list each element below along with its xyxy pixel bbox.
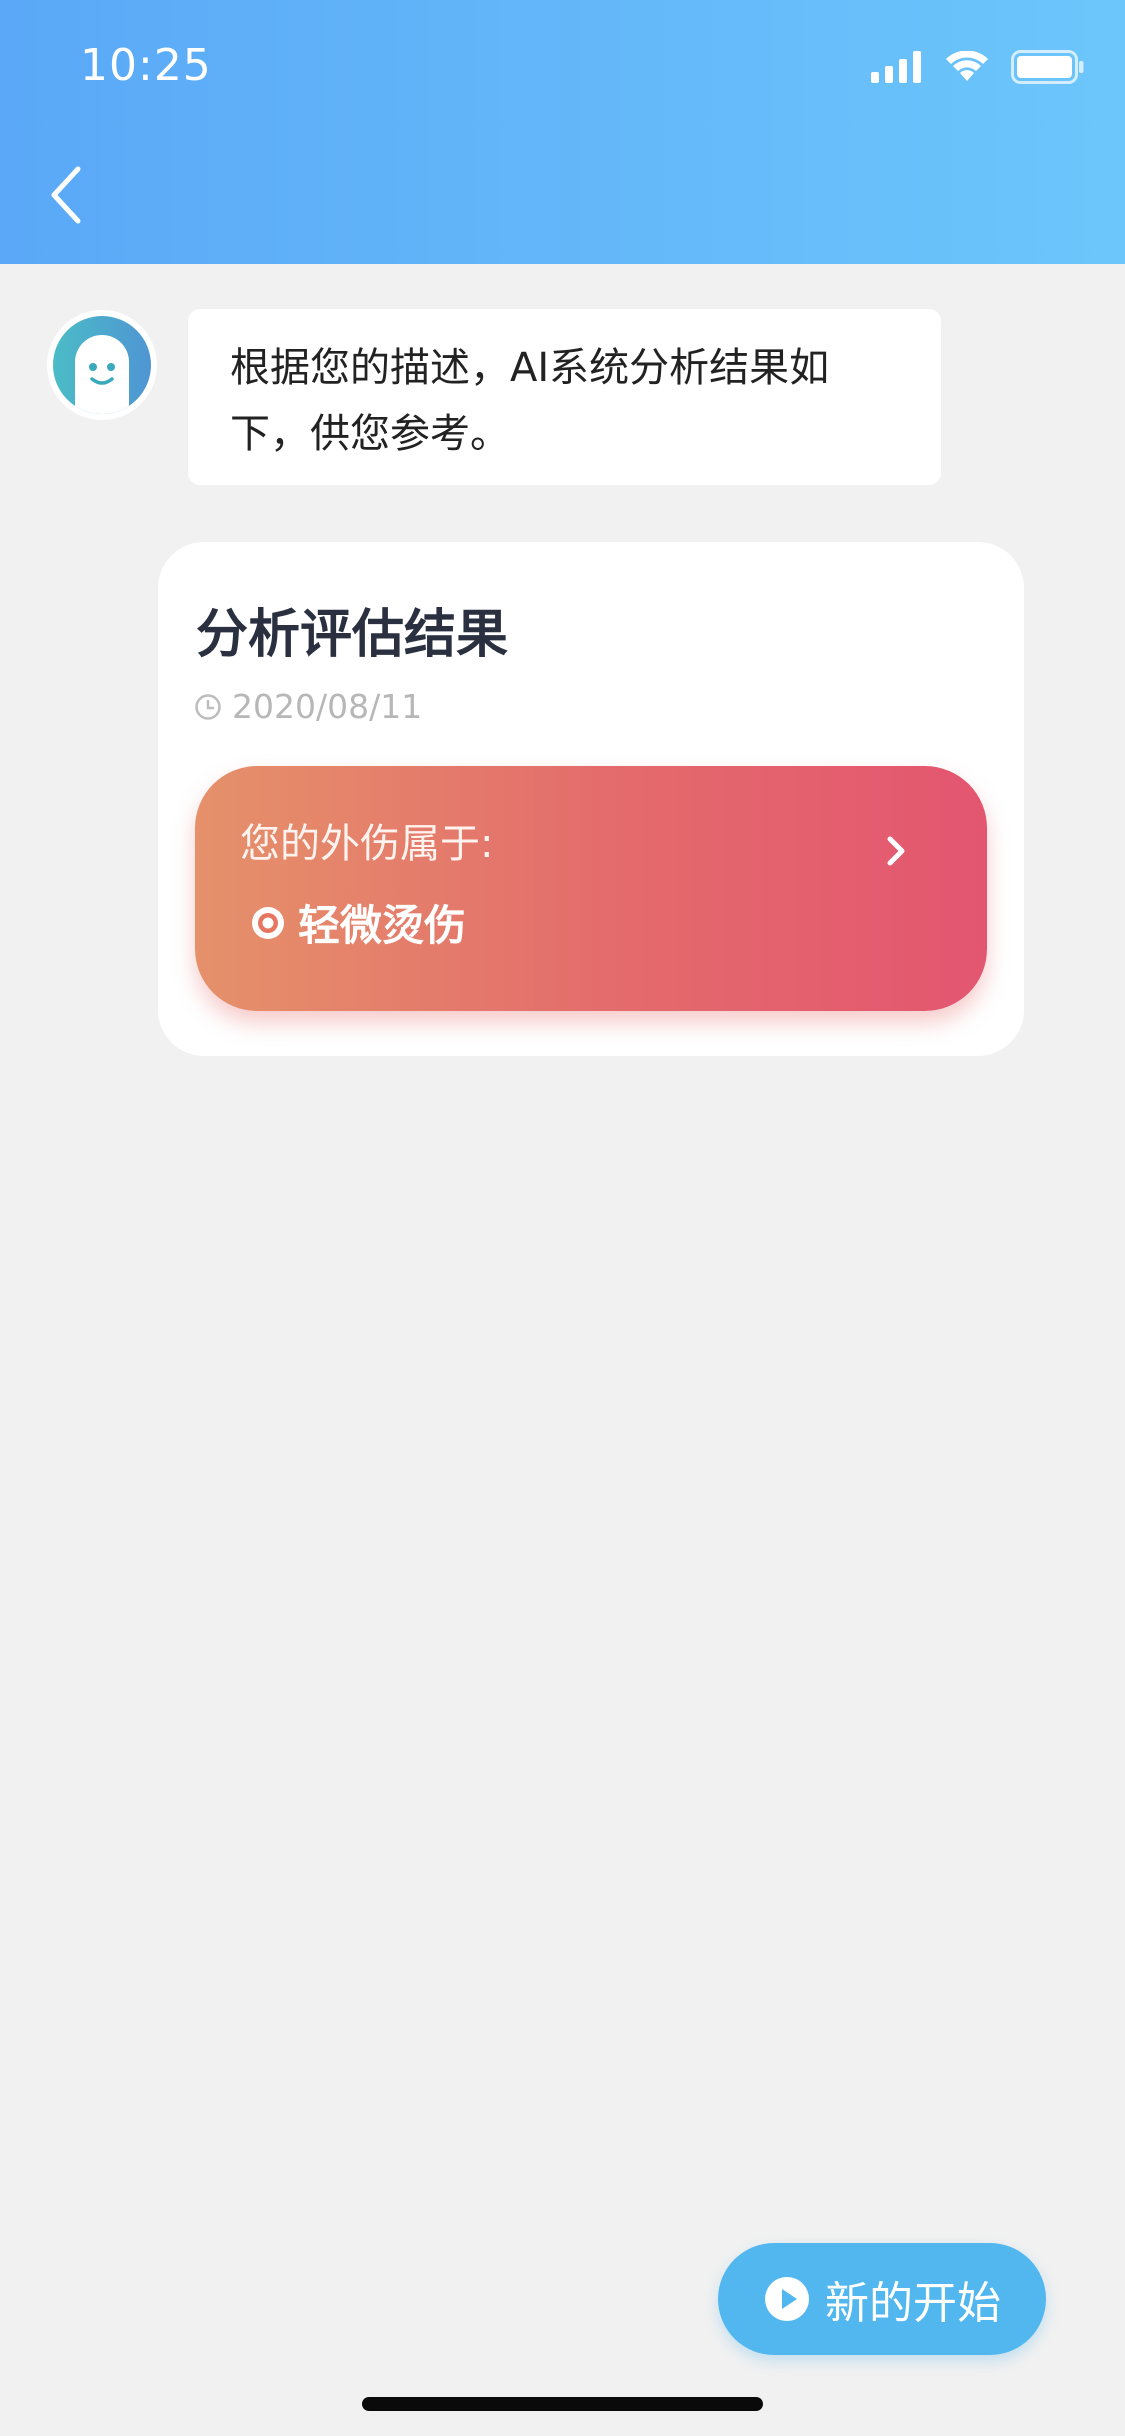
- assistant-avatar: [47, 310, 157, 420]
- assistant-message-bubble: 根据您的描述，AI系统分析结果如下，供您参考。: [188, 309, 941, 485]
- card-date-text: 2020/08/11: [232, 687, 423, 726]
- card-date: 2020/08/11: [194, 687, 422, 726]
- play-icon: [765, 2277, 809, 2321]
- result-value-row: 轻微烫伤: [250, 892, 466, 953]
- chevron-right-icon: [885, 834, 907, 872]
- assistant-message-text: 根据您的描述，AI系统分析结果如下，供您参考。: [230, 345, 830, 457]
- chevron-left-icon: [51, 166, 81, 224]
- card-title: 分析评估结果: [196, 605, 509, 665]
- clock-icon: [195, 693, 221, 720]
- analysis-result-card: 分析评估结果 2020/08/11 您的外伤属于: 轻微烫伤: [158, 542, 1024, 1056]
- result-label: 您的外伤属于:: [240, 821, 494, 867]
- status-time: 10:25: [80, 40, 212, 91]
- new-start-label: 新的开始: [825, 2278, 1001, 2329]
- home-indicator[interactable]: [362, 2397, 763, 2411]
- signal-icon: [871, 51, 921, 83]
- injury-result-button[interactable]: 您的外伤属于: 轻微烫伤: [195, 766, 987, 1011]
- top-header: 10:25: [0, 0, 1125, 264]
- target-icon: [252, 906, 284, 939]
- battery-icon: [1011, 50, 1084, 84]
- result-value: 轻微烫伤: [298, 901, 467, 950]
- wifi-icon: [946, 51, 988, 81]
- new-start-button[interactable]: 新的开始: [718, 2243, 1046, 2355]
- ghost-mascot-icon: [53, 316, 151, 414]
- back-button[interactable]: [30, 160, 100, 230]
- status-icons: [871, 50, 1085, 84]
